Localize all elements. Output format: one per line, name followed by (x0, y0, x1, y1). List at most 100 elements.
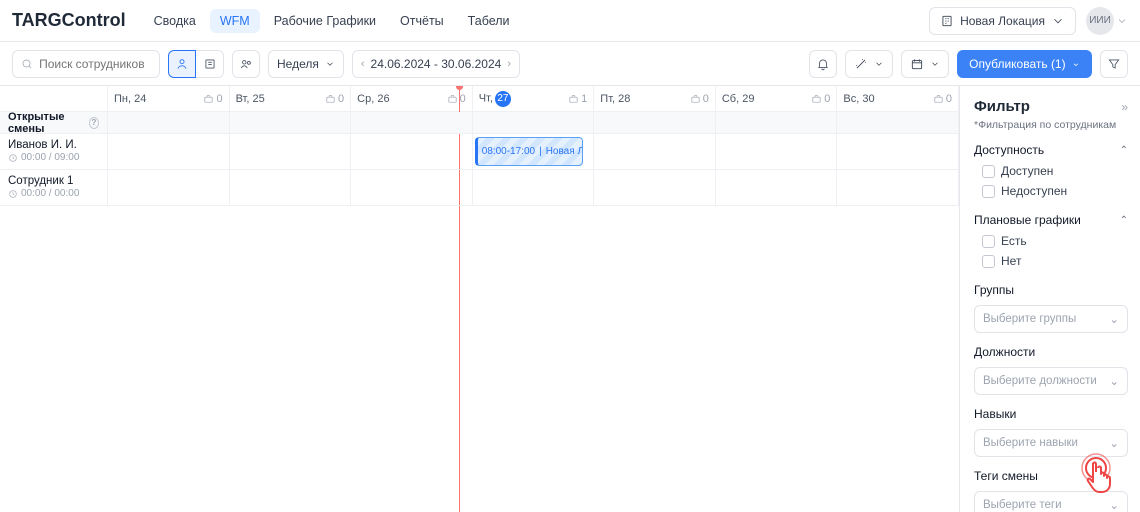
view-by-employee-button[interactable] (168, 50, 196, 78)
wand-icon (854, 57, 868, 71)
main-nav: Сводка WFM Рабочие Графики Отчёты Табели (144, 9, 520, 33)
briefcase-icon (933, 92, 944, 106)
day-header[interactable]: Вс, 300 (837, 86, 959, 112)
chevron-down-icon (930, 57, 940, 71)
positions-select[interactable]: Выберите должности⌄ (974, 367, 1128, 395)
schedule-cell[interactable] (351, 134, 473, 170)
nav-summary[interactable]: Сводка (144, 9, 206, 33)
day-header[interactable]: Сб, 290 (716, 86, 838, 112)
schedule-cell[interactable] (351, 170, 473, 206)
location-label: Новая Локация (960, 14, 1045, 28)
schedule-cell[interactable] (837, 170, 959, 206)
period-select[interactable]: Неделя (268, 50, 344, 78)
filter-toggle-button[interactable] (1100, 50, 1128, 78)
schedule-cell[interactable] (108, 134, 230, 170)
section-plans[interactable]: Плановые графики⌃ (974, 209, 1128, 231)
publish-button[interactable]: Опубликовать (1)⌄ (957, 50, 1092, 78)
schedule-cell[interactable] (351, 112, 473, 134)
chevron-down-icon (1051, 14, 1065, 28)
briefcase-icon (568, 92, 579, 106)
calendar-icon (910, 57, 924, 71)
schedule-cell[interactable] (594, 112, 716, 134)
user-icon (175, 57, 189, 71)
day-header[interactable]: Чт,271 (473, 86, 595, 112)
magic-button[interactable] (845, 50, 893, 78)
day-header[interactable]: Ср, 260 (351, 86, 473, 112)
briefcase-icon (325, 92, 336, 106)
schedule-cell[interactable] (837, 134, 959, 170)
help-icon[interactable]: ? (89, 117, 99, 129)
nav-timesheets[interactable]: Табели (458, 9, 520, 33)
view-by-position-button[interactable] (196, 50, 224, 78)
filter-title: Фильтр (974, 98, 1030, 115)
prev-week-button[interactable]: ‹ (361, 58, 365, 70)
section-groups: Группы (974, 279, 1128, 301)
day-header[interactable]: Вт, 250 (230, 86, 352, 112)
search-input-wrap[interactable] (12, 50, 160, 78)
checkbox[interactable] (982, 185, 995, 198)
schedule-cell[interactable] (716, 170, 838, 206)
schedule-cell[interactable] (108, 112, 230, 134)
chevron-down-icon (874, 57, 884, 71)
briefcase-icon (811, 92, 822, 106)
schedule-cell[interactable] (473, 112, 595, 134)
filter-option[interactable]: Доступен (974, 161, 1128, 181)
filter-option[interactable]: Есть (974, 231, 1128, 251)
date-range-label: 24.06.2024 - 30.06.2024 (371, 57, 502, 71)
cursor-hand-icon (1078, 450, 1126, 498)
calendar-options-button[interactable] (901, 50, 949, 78)
day-header[interactable]: Пн, 240 (108, 86, 230, 112)
nav-schedules[interactable]: Рабочие Графики (264, 9, 386, 33)
bell-icon (816, 57, 830, 71)
filter-option[interactable]: Нет (974, 251, 1128, 271)
day-header[interactable]: Пт, 280 (594, 86, 716, 112)
checkbox[interactable] (982, 235, 995, 248)
filter-panel: Фильтр » *Фильтрация по сотрудникам Дост… (960, 86, 1140, 512)
briefcase-icon (690, 92, 701, 106)
groups-select[interactable]: Выберите группы⌄ (974, 305, 1128, 333)
filter-option[interactable]: Недоступен (974, 181, 1128, 201)
section-skills: Навыки (974, 403, 1128, 425)
checkbox[interactable] (982, 165, 995, 178)
section-positions: Должности (974, 341, 1128, 363)
search-input[interactable] (39, 57, 151, 71)
building-icon (940, 14, 954, 28)
schedule-cell[interactable]: 08:00-17:00|Новая Локация (473, 134, 595, 170)
briefcase-icon (447, 92, 458, 106)
collapse-filter-button[interactable]: » (1121, 100, 1128, 114)
schedule-cell[interactable] (594, 170, 716, 206)
building-icon (203, 57, 217, 71)
schedule-cell[interactable] (108, 170, 230, 206)
avatar[interactable]: ИИИ (1086, 7, 1114, 35)
schedule-cell[interactable] (837, 112, 959, 134)
briefcase-icon (203, 92, 214, 106)
schedule-grid: Пн, 240 Вт, 250 Ср, 260 Чт,271 Пт, 280 С… (0, 86, 960, 512)
brand-logo: TARGControl (12, 10, 126, 31)
schedule-cell[interactable] (473, 170, 595, 206)
date-range-picker[interactable]: ‹ 24.06.2024 - 30.06.2024 › (352, 50, 520, 78)
schedule-cell[interactable] (594, 134, 716, 170)
nav-reports[interactable]: Отчёты (390, 9, 454, 33)
checkbox[interactable] (982, 255, 995, 268)
clock-icon (8, 151, 18, 165)
chevron-down-icon (325, 57, 335, 71)
section-availability[interactable]: Доступность⌃ (974, 139, 1128, 161)
notifications-button[interactable] (809, 50, 837, 78)
shift-block[interactable]: 08:00-17:00|Новая Локация (475, 137, 584, 166)
schedule-cell[interactable] (716, 134, 838, 170)
filter-subtitle: *Фильтрация по сотрудникам (974, 119, 1128, 131)
employee-row[interactable]: Сотрудник 1 00:00 / 00:00 (0, 170, 108, 206)
schedule-cell[interactable] (716, 112, 838, 134)
location-select[interactable]: Новая Локация (929, 7, 1076, 35)
schedule-cell[interactable] (230, 112, 352, 134)
filter-icon (1107, 57, 1121, 71)
search-icon (21, 57, 33, 71)
nav-wfm[interactable]: WFM (210, 9, 260, 33)
schedule-cell[interactable] (230, 134, 352, 170)
open-shifts-row[interactable]: Открытые смены? (0, 112, 108, 134)
group-by-button[interactable] (232, 50, 260, 78)
next-week-button[interactable]: › (507, 58, 511, 70)
employee-row[interactable]: Иванов И. И. 00:00 / 09:00 (0, 134, 108, 170)
chevron-down-icon (1116, 14, 1128, 28)
schedule-cell[interactable] (230, 170, 352, 206)
